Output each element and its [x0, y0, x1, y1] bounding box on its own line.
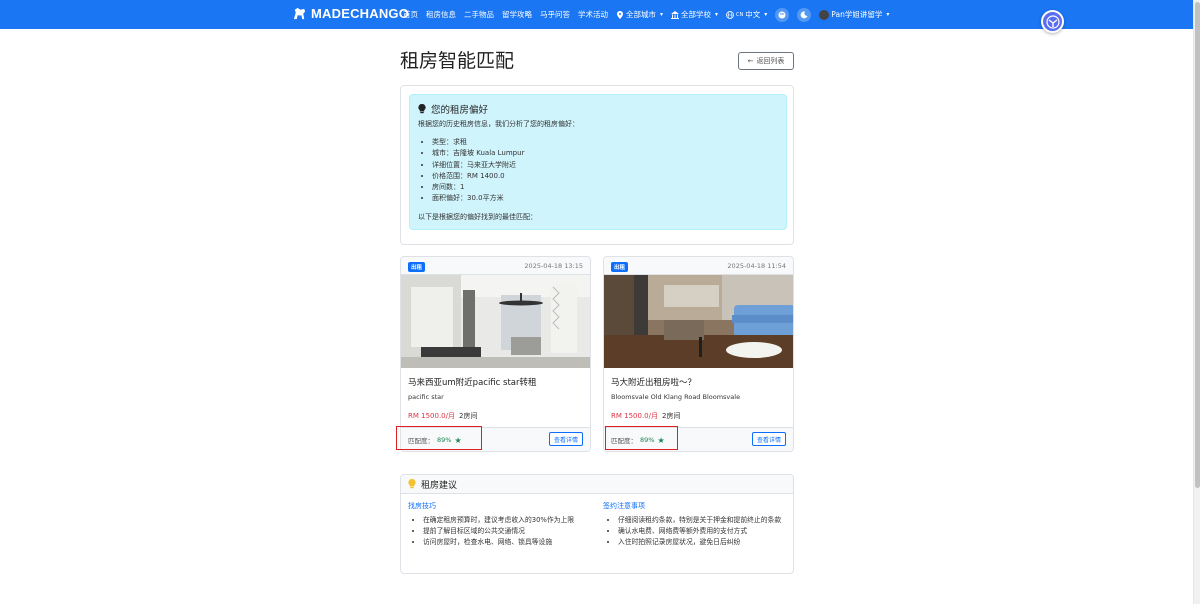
language-code: CN	[736, 11, 744, 18]
top-navbar: MADECHANGO 首页 租房信息 二手物品 留学攻略 马乎问答 学术活动 全…	[0, 0, 1193, 29]
language-dropdown[interactable]: CN 中文 ▾	[726, 9, 767, 20]
user-avatar	[819, 9, 830, 20]
match-highlight-box-1	[396, 426, 482, 450]
listing-type-badge: 出租	[408, 262, 426, 272]
nav-secondhand[interactable]: 二手物品	[464, 9, 494, 20]
listing-date: 2025-04-18 11:54	[727, 262, 786, 270]
preference-type: 类型：求租	[432, 137, 524, 148]
school-icon	[671, 10, 680, 19]
preference-heading: 您的租房偏好	[431, 105, 489, 116]
page-scrollbar[interactable]	[1193, 0, 1200, 604]
listing-photo[interactable]	[604, 275, 793, 368]
chevron-down-icon: ▾	[715, 11, 719, 18]
nav-rental[interactable]: 租房信息	[426, 9, 456, 20]
listing-card-2[interactable]: 出租 2025-04-18 11:54 马大附近出租房啦～？ Bloomsval…	[603, 256, 794, 452]
tip-item: 访问房屋时，检查水电、网络、锁具等设施	[423, 537, 596, 548]
preference-price: 价格范围：RM 1400.0	[432, 171, 524, 182]
user-menu[interactable]: Pan学姐讲留学 ▾	[819, 9, 889, 20]
user-name: Pan学姐讲留学	[831, 10, 883, 19]
theme-palette-button[interactable]	[775, 7, 790, 22]
contract-item: 入住时拍照记录房屋状况，避免日后纠纷	[618, 537, 791, 548]
preference-location: 详细位置：马来亚大学附近	[432, 160, 524, 171]
rental-advice-card: 租房建议 找房技巧 在确定租房预算时，建议考虑收入的30%作为上限 提前了解目标…	[400, 474, 794, 574]
listing-date: 2025-04-18 13:15	[524, 262, 583, 270]
nav-study-guide[interactable]: 留学攻略	[502, 9, 532, 20]
moon-icon	[800, 10, 808, 18]
listing-rooms: 2房间	[458, 412, 478, 420]
back-button-label: 返回列表	[756, 57, 785, 65]
listing-card-1[interactable]: 出租 2025-04-18 13:15 马来西亚um附近pacific star…	[400, 256, 591, 452]
globe-icon	[726, 10, 734, 19]
match-highlight-box-2	[605, 426, 678, 450]
floating-assistant-button[interactable]	[1041, 10, 1064, 33]
contract-notes: 签约注意事项 仔细阅读租约条款，特别是关于押金和提前终止的条款 确认水电费、网络…	[603, 501, 791, 548]
scrollbar-thumb[interactable]	[1195, 2, 1200, 488]
nav-academic[interactable]: 学术活动	[578, 9, 608, 20]
tip-item: 在确定租房预算时，建议考虑收入的30%作为上限	[423, 515, 596, 526]
listing-address: pacific star	[408, 393, 444, 401]
school-dropdown[interactable]: 全部学校 ▾	[671, 9, 718, 20]
contract-item: 仔细阅读租约条款，特别是关于押金和提前终止的条款	[618, 515, 791, 526]
preference-outro: 以下是根据您的偏好找到的最佳匹配：	[418, 213, 537, 221]
preference-rooms: 房间数：1	[432, 182, 524, 193]
location-pin-icon	[617, 10, 623, 19]
listing-title[interactable]: 马来西亚um附近pacific star转租	[408, 376, 537, 388]
preference-city: 城市：吉隆坡 Kuala Lumpur	[432, 148, 524, 159]
horse-logo-icon	[293, 7, 306, 20]
listing-type-badge: 出租	[611, 262, 629, 272]
listing-price: RM 1500.0/月	[408, 412, 455, 420]
tip-item: 提前了解目标区域的公共交通情况	[423, 526, 596, 537]
arrow-left-icon: ←	[747, 57, 754, 65]
listing-price: RM 1500.0/月	[611, 412, 658, 420]
contract-title: 签约注意事项	[603, 502, 645, 510]
assistant-logo-icon	[1045, 14, 1060, 29]
lightbulb-icon	[418, 104, 426, 114]
listing-price-row: RM 1500.0/月 2房间	[611, 411, 680, 421]
preference-info-box: 您的租房偏好 根据您的历史租房信息，我们分析了您的租房偏好： 类型：求租 城市：…	[409, 94, 787, 230]
contract-item: 确认水电费、网络费等额外费用的支付方式	[618, 526, 791, 537]
advice-heading: 租房建议	[421, 480, 458, 491]
brand-logo[interactable]: MADECHANGO	[292, 6, 409, 21]
city-label: 全部城市	[626, 10, 656, 19]
listing-photo[interactable]	[401, 275, 590, 368]
view-details-button[interactable]: 查看详情	[548, 432, 583, 446]
language-label: 中文	[745, 10, 761, 19]
nav-home[interactable]: 首页	[403, 9, 418, 20]
preference-area: 面积偏好：30.0平方米	[432, 193, 524, 204]
listing-title[interactable]: 马大附近出租房啦～？	[611, 376, 696, 388]
chevron-down-icon: ▾	[660, 11, 664, 18]
page-title: 租房智能匹配	[400, 50, 515, 72]
tips-title: 找房技巧	[408, 502, 436, 510]
preference-list: 类型：求租 城市：吉隆坡 Kuala Lumpur 详细位置：马来亚大学附近 价…	[432, 137, 524, 205]
chevron-down-icon: ▾	[886, 11, 890, 18]
back-to-list-button[interactable]: ← 返回列表	[738, 52, 794, 70]
listing-price-row: RM 1500.0/月 2房间	[408, 411, 477, 421]
listing-rooms: 2房间	[661, 412, 681, 420]
city-dropdown[interactable]: 全部城市 ▾	[616, 9, 663, 20]
lightbulb-icon	[408, 479, 416, 489]
school-label: 全部学校	[681, 10, 712, 19]
preference-intro: 根据您的历史租房信息，我们分析了您的租房偏好：	[418, 120, 579, 128]
palette-icon	[778, 11, 786, 18]
preference-card: 您的租房偏好 根据您的历史租房信息，我们分析了您的租房偏好： 类型：求租 城市：…	[400, 85, 794, 245]
nav-qa[interactable]: 马乎问答	[540, 9, 570, 20]
house-hunting-tips: 找房技巧 在确定租房预算时，建议考虑收入的30%作为上限 提前了解目标区域的公共…	[408, 501, 596, 548]
dark-mode-button[interactable]	[797, 7, 812, 22]
listing-address: Bloomsvale Old Klang Road Bloomsvale	[611, 393, 741, 401]
brand-name: MADECHANGO	[311, 6, 410, 21]
view-details-button[interactable]: 查看详情	[751, 432, 786, 446]
chevron-down-icon: ▾	[764, 11, 768, 18]
